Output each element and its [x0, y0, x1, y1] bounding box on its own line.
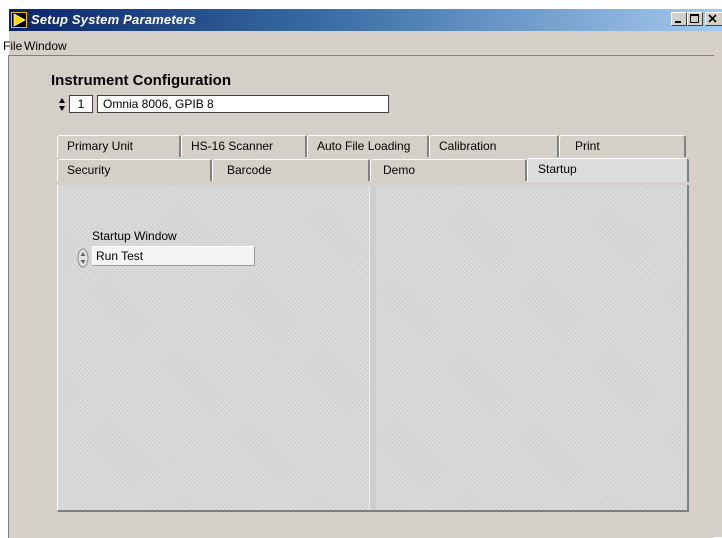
panel-divider [369, 186, 376, 510]
close-icon [708, 14, 717, 23]
instrument-config-field[interactable]: Omnia 8006, GPIB 8 [97, 95, 389, 113]
tab-startup[interactable]: Startup [527, 158, 689, 182]
startup-window-select[interactable]: Run Test [92, 246, 255, 266]
title-bar[interactable]: Setup System Parameters [9, 9, 722, 31]
tab-print[interactable]: Print [559, 135, 686, 157]
tab-auto-file-loading[interactable]: Auto File Loading [307, 135, 429, 157]
section-title: Instrument Configuration [51, 72, 231, 89]
window-title: Setup System Parameters [31, 12, 197, 27]
tab-barcode[interactable]: Barcode [212, 159, 370, 181]
minimize-button[interactable] [671, 12, 687, 26]
tab-security[interactable]: Security [57, 159, 212, 181]
minimize-icon [675, 21, 681, 23]
tab-calibration[interactable]: Calibration [429, 135, 559, 157]
tab-hs16-scanner[interactable]: HS-16 Scanner [181, 135, 307, 157]
maximize-icon [690, 14, 699, 23]
maximize-button[interactable] [687, 12, 703, 26]
tab-demo[interactable]: Demo [370, 159, 527, 181]
startup-window-label: Startup Window [92, 229, 177, 243]
ring-spinner-icon[interactable] [77, 248, 89, 268]
menu-bar: File Window [0, 37, 714, 55]
close-button[interactable] [705, 12, 722, 26]
menu-file[interactable]: File [3, 39, 22, 53]
index-spinner-icon[interactable] [58, 96, 66, 113]
tab-primary-unit[interactable]: Primary Unit [57, 135, 181, 157]
labview-run-arrow-icon[interactable] [11, 12, 27, 28]
instrument-index-field[interactable]: 1 [69, 95, 93, 113]
menu-window[interactable]: Window [24, 39, 67, 53]
